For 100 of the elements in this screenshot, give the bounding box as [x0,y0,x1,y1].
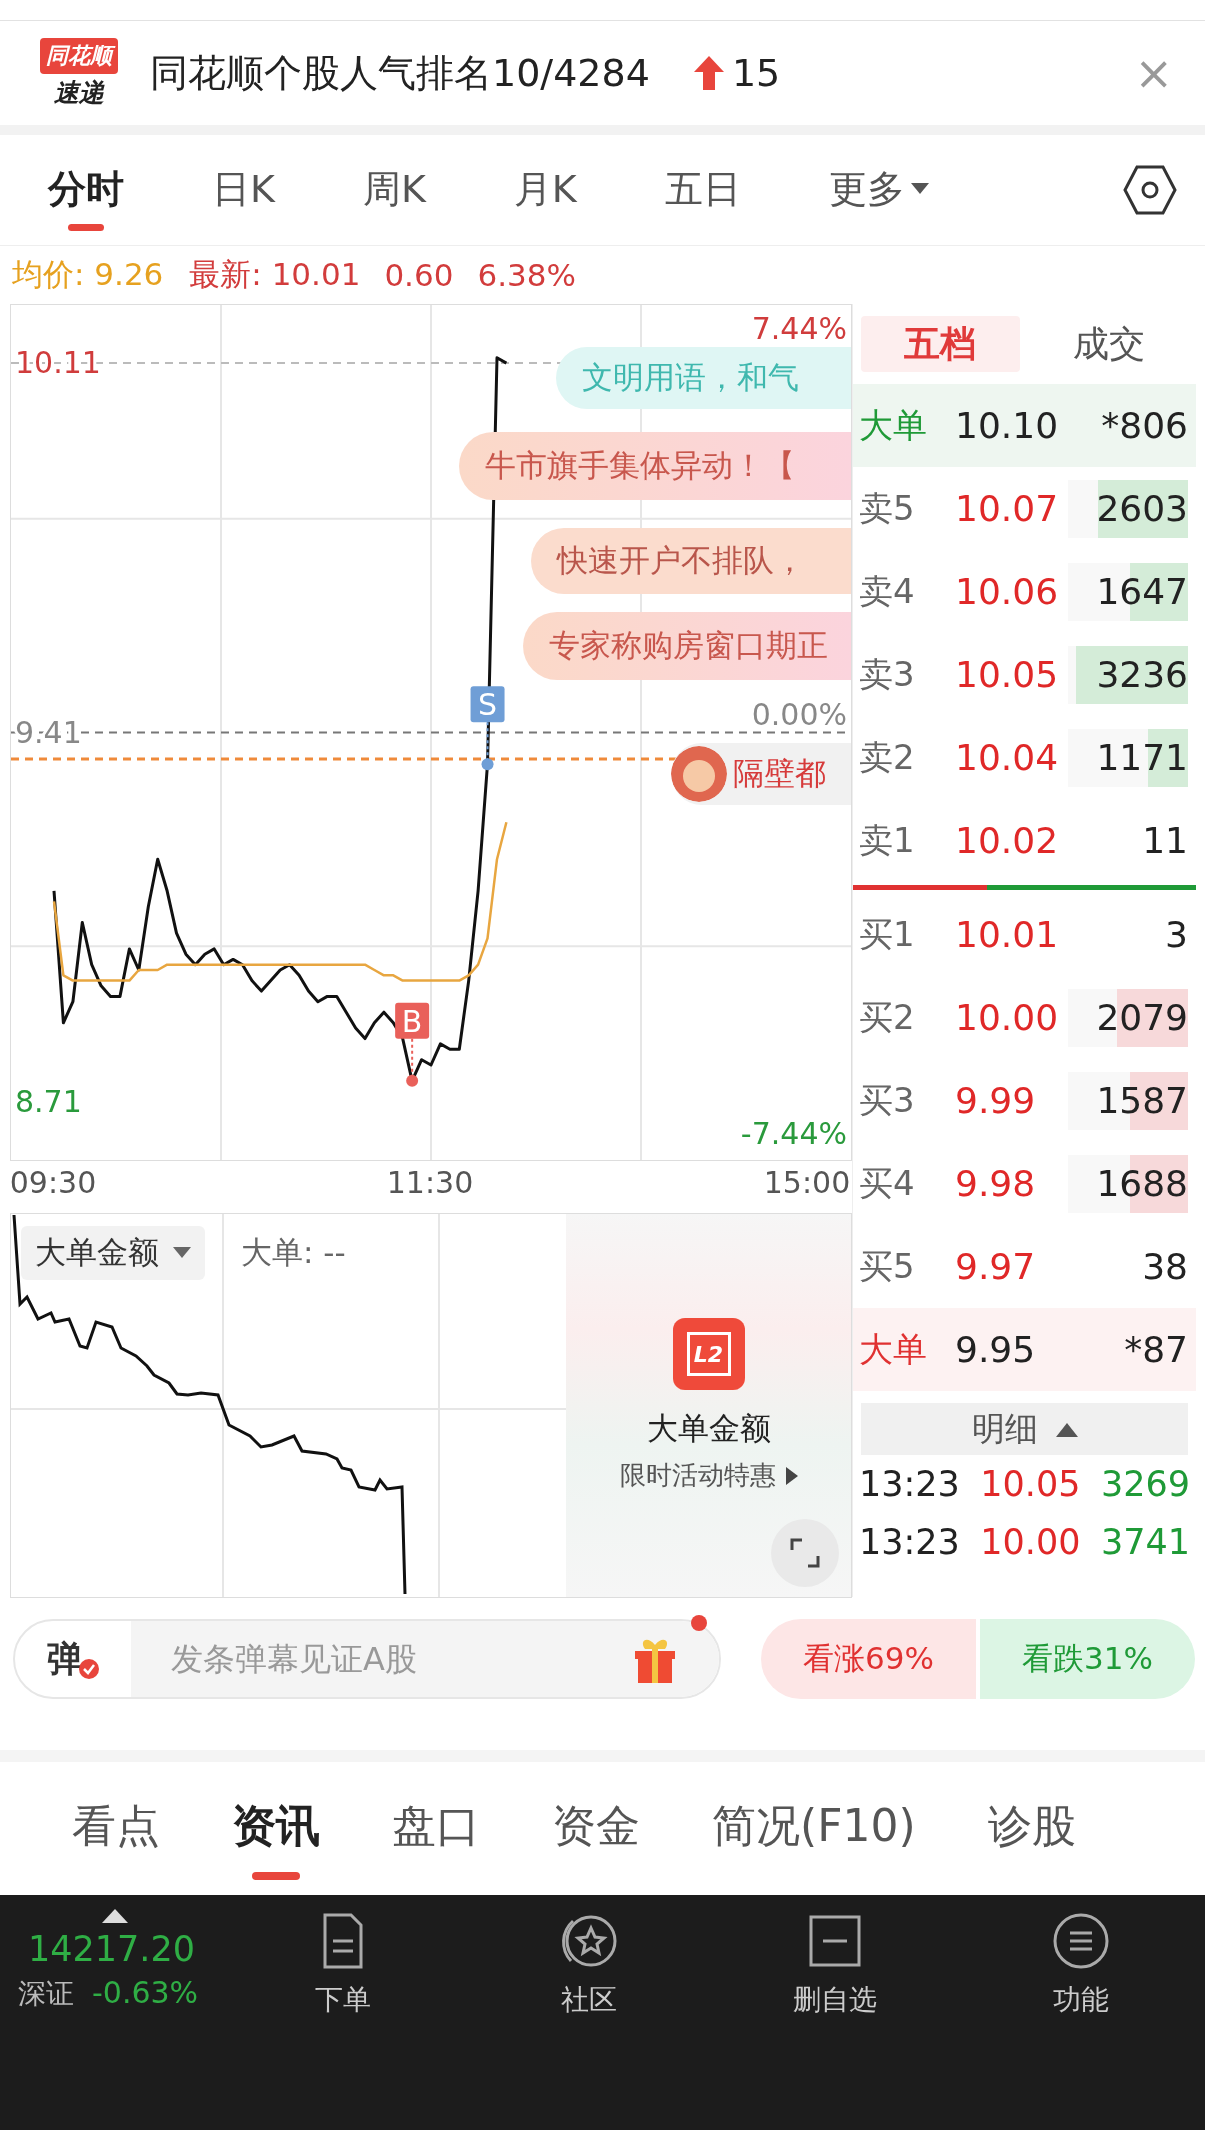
volume-value: 1171 [1096,737,1188,778]
axis-label: 10.11 [15,345,101,381]
comment-text: 专家称购房窗口期正 [549,626,828,665]
promo-link[interactable]: 限时活动特惠 [619,1458,798,1493]
up-arrow-icon [693,56,724,90]
metric-dropdown[interactable]: 大单金额 [21,1226,205,1280]
index-name: 深证 [18,1976,74,2012]
comment-text: 隔壁都 [733,754,826,793]
expand-icon [790,1538,820,1568]
toolbar-item[interactable]: 社区 [466,1895,712,2019]
row-label: 卖3 [859,652,916,696]
volume-value: 1688 [1096,1163,1188,1204]
volume-value: *806 [1101,405,1188,446]
axis-label: 8.71 [15,1083,82,1119]
price-value: 10.05 [955,654,1060,695]
book-tab[interactable]: 五档 [861,316,1020,372]
trade-time: 13:23 [859,1464,960,1504]
annotation: B [401,1003,423,1039]
section-tab[interactable]: 看点 [72,1777,160,1880]
chart-tab[interactable]: 分时 [48,149,124,231]
promo-title: 大单金额 [646,1409,771,1448]
axis-label: 7.44% [751,311,847,347]
row-label: 买5 [859,1244,916,1288]
axis-label: 9.41 [15,714,82,750]
price-value: 10.04 [955,737,1060,778]
chart-tab[interactable]: 日K [212,149,275,231]
bullish-button[interactable]: 看涨69% [761,1619,976,1699]
section-tab[interactable]: 诊股 [987,1777,1076,1880]
toolbar-item[interactable]: 下单 [220,1895,466,2019]
volume-value: 1587 [1096,1080,1188,1121]
axis-label: 0.00% [751,696,847,732]
comment-text: 文明用语，和气 [582,358,799,397]
row-label: 买4 [859,1161,916,1205]
average-price: 均价: 9.26 [12,255,164,294]
toolbar-item[interactable]: 功能 [958,1895,1204,2019]
detail-button[interactable]: 明细 [861,1403,1188,1455]
axis-label: 11:30 [386,1165,474,1200]
chart-tab[interactable]: 月K [513,149,577,231]
comment-text: 快速开户不排队， [557,541,805,580]
price-value: 10.10 [955,405,1060,446]
row-label: 卖2 [859,735,916,779]
caret-icon [910,183,929,195]
annotation: S [478,687,498,723]
price-value: 9.97 [955,1246,1037,1287]
triangle-icon[interactable] [102,1909,128,1923]
axis-label: 09:30 [9,1165,97,1200]
chart-tab[interactable]: 更多 [828,149,929,231]
book-tab[interactable]: 成交 [1029,316,1188,372]
price-value: 10.06 [955,571,1060,612]
trade-volume: 3269 [1100,1464,1190,1504]
comment-text: 牛市旗手集体异动！【 [485,446,795,485]
index-value: 14217.20 [28,1929,195,1969]
row-label: 卖5 [859,486,916,530]
price-change: 0.60 [384,257,454,293]
level2-badge: L2 [672,1318,745,1390]
row-label: 卖4 [859,569,916,613]
danmaku-input[interactable]: 发条弹幕见证A股 [131,1621,719,1697]
price-value: 9.95 [955,1329,1037,1370]
price-value: 10.01 [955,914,1060,955]
volume-value: *87 [1124,1329,1188,1370]
settings-icon[interactable] [1123,165,1177,215]
percent-change: 6.38% [477,257,576,293]
axis-label: -7.44% [740,1115,847,1151]
volume-value: 3 [1165,914,1188,955]
logo-text: 速递 [54,76,104,109]
section-tab[interactable]: 简况(F10) [712,1777,916,1880]
caret-icon [785,1466,798,1485]
trade-volume: 3741 [1100,1522,1190,1562]
chart-tab[interactable]: 五日 [664,149,741,231]
toolbar-label: 删自选 [793,1982,877,2018]
caret-icon [173,1247,191,1259]
volume-value: 38 [1142,1246,1188,1287]
rank-change: 15 [731,51,781,95]
logo-badge: 同花顺 [40,37,118,74]
volume-value: 2079 [1096,997,1188,1038]
section-tab[interactable]: 资金 [552,1777,640,1880]
price-value: 10.07 [955,488,1060,529]
axis-label: 15:00 [763,1165,851,1200]
danmaku-toggle[interactable]: 弹 [15,1621,131,1697]
toolbar-label: 功能 [1053,1982,1109,2018]
volume-value: 2603 [1096,488,1188,529]
volume-value: 1647 [1096,571,1188,612]
section-tab[interactable]: 盘口 [392,1777,480,1880]
toolbar-label: 下单 [315,1982,371,2018]
chart-tab[interactable]: 周K [362,149,426,231]
last-price: 最新: 10.01 [189,255,361,294]
row-label: 大单 [859,1327,928,1371]
volume-value: 11 [1142,820,1188,861]
section-tab[interactable]: 资讯 [232,1777,320,1880]
toolbar-label: 社区 [561,1982,617,2018]
headline: 同花顺个股人气排名10/4284 [150,49,650,97]
row-label: 买3 [859,1078,916,1122]
price-value: 9.99 [955,1080,1037,1121]
row-label: 买1 [859,912,916,956]
toolbar-item[interactable]: 删自选 [712,1895,958,2019]
check-icon [79,1659,99,1679]
metric-reading: 大单: -- [241,1233,346,1272]
menu-icon [1051,1911,1111,1971]
volume-value: 3236 [1096,654,1188,695]
trade-price: 10.00 [980,1522,1081,1562]
